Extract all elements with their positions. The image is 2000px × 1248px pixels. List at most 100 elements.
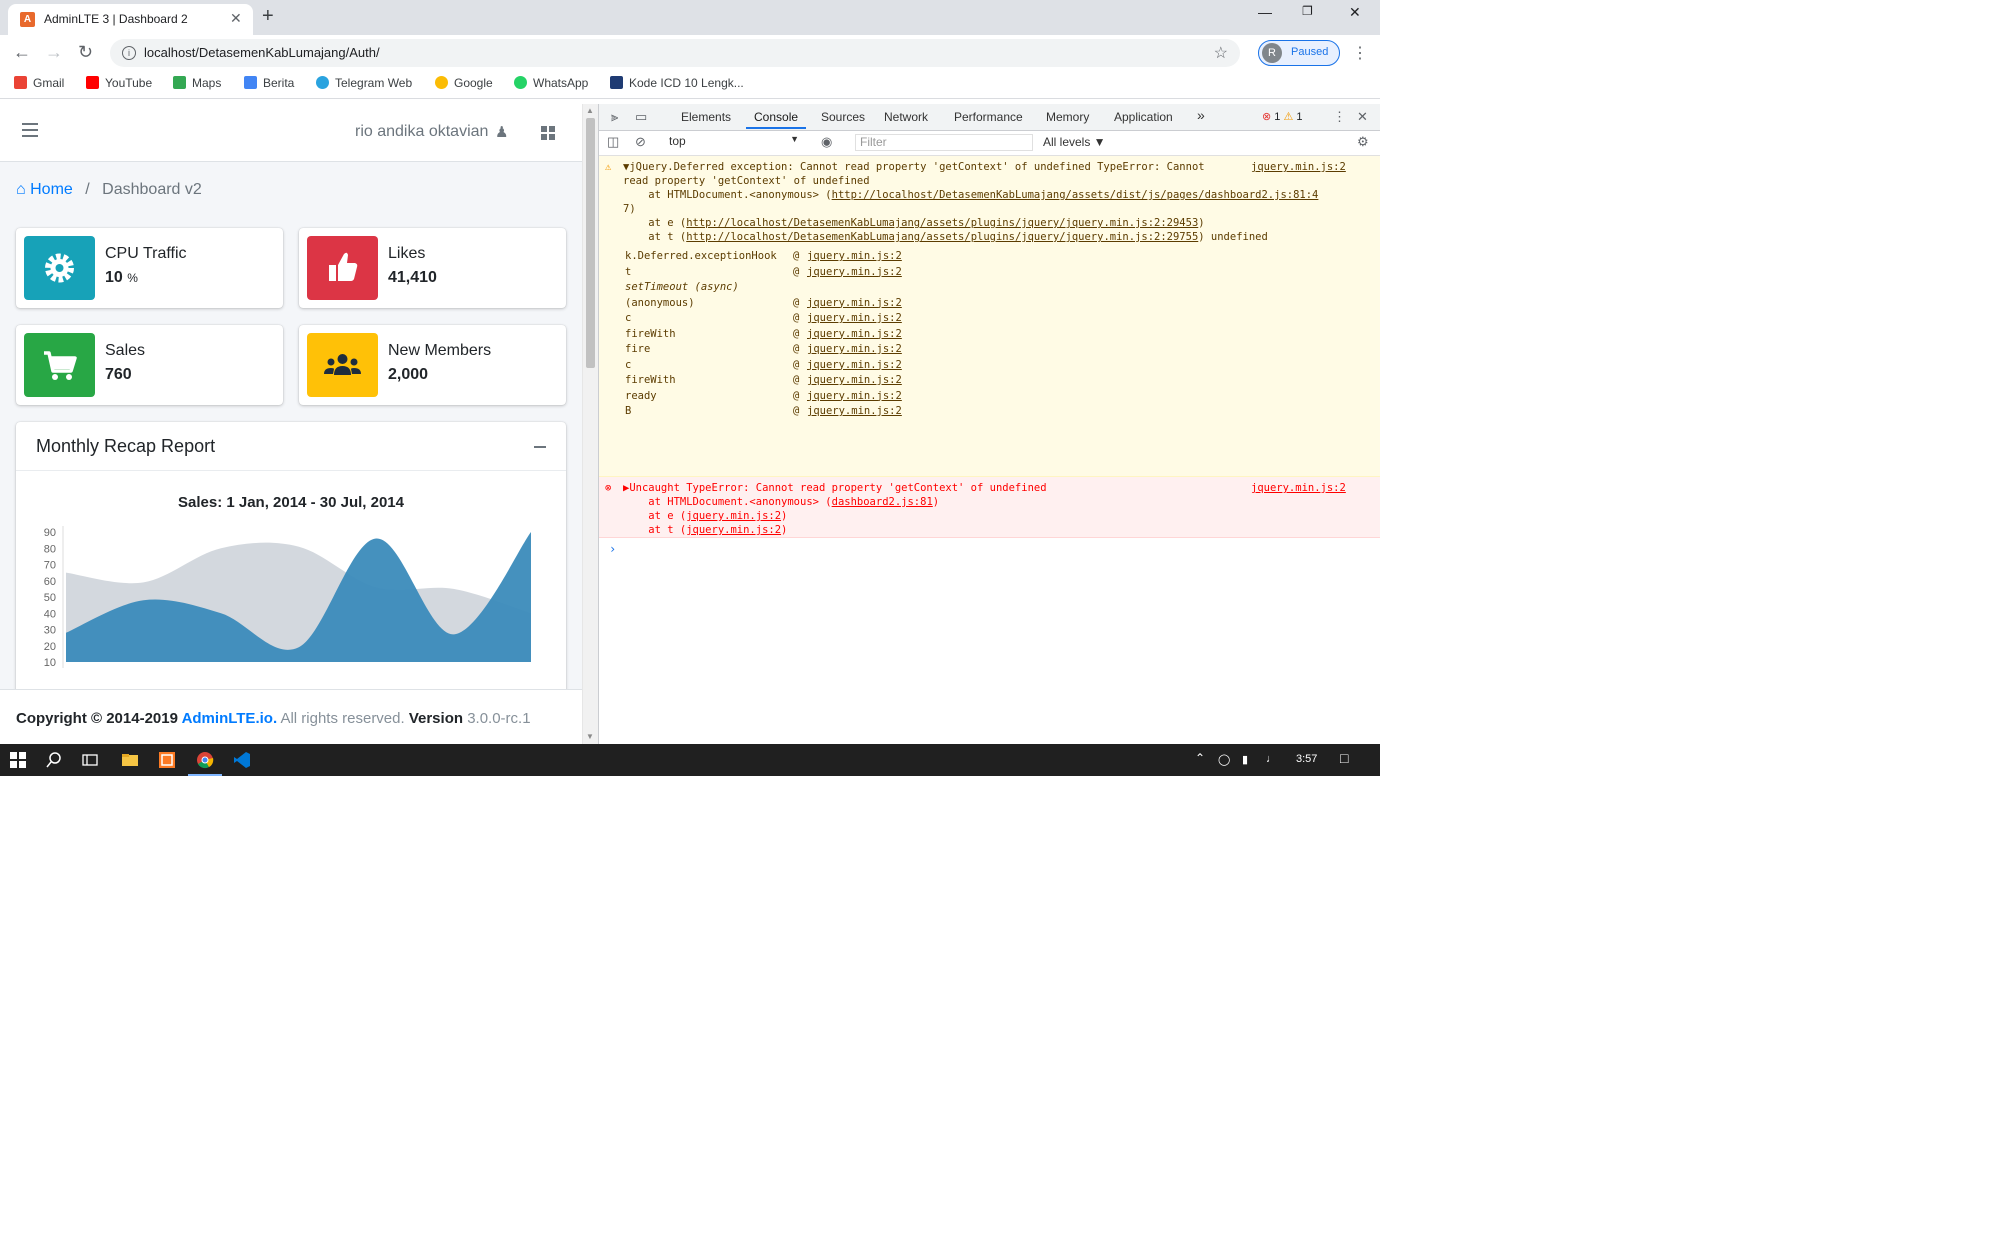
y-tick-label: 80: [44, 543, 56, 555]
user-name[interactable]: rio andika oktavian: [355, 123, 488, 141]
close-window-icon[interactable]: ✕: [1349, 4, 1361, 21]
breadcrumb-separator: /: [85, 181, 90, 198]
warning-source-link[interactable]: jquery.min.js:2: [1251, 161, 1346, 173]
tray-chevron-icon[interactable]: ⌃: [1195, 751, 1205, 765]
stack-source-link[interactable]: jquery.min.js:2: [807, 390, 902, 402]
bookmark-telegram[interactable]: Telegram Web: [316, 76, 412, 90]
vscode-icon[interactable]: [233, 751, 251, 769]
scroll-up-icon[interactable]: ▲: [586, 106, 594, 115]
device-toolbar-icon[interactable]: ▭: [635, 109, 647, 125]
stack-at-sign: @: [793, 358, 800, 371]
address-bar[interactable]: i localhost/DetasemenKabLumajang/Auth/ ☆: [110, 39, 1240, 67]
tab-performance[interactable]: Performance: [954, 110, 1023, 124]
stack-function: (anonymous): [625, 296, 695, 309]
stack-link[interactable]: http://localhost/DetasemenKabLumajang/as…: [832, 189, 1319, 201]
error-source-link[interactable]: jquery.min.js:2: [1251, 482, 1346, 494]
inspect-element-icon[interactable]: ⫸: [611, 109, 618, 125]
warning-line[interactable]: ▼jQuery.Deferred exception: Cannot read …: [623, 161, 1205, 173]
footer-brand-link[interactable]: AdminLTE.io.: [182, 710, 278, 727]
console-settings-icon[interactable]: ⚙: [1357, 134, 1369, 150]
devtools-close-icon[interactable]: ✕: [1357, 109, 1368, 125]
restore-icon[interactable]: ❐: [1302, 4, 1313, 18]
bookmark-whatsapp[interactable]: WhatsApp: [514, 76, 588, 90]
collapse-icon[interactable]: [534, 446, 546, 448]
y-tick-label: 50: [44, 592, 56, 604]
stack-at-sign: @: [793, 265, 800, 278]
browser-tab[interactable]: A AdminLTE 3 | Dashboard 2 ✕: [8, 4, 253, 35]
windows-start-icon[interactable]: [9, 751, 27, 769]
xampp-icon[interactable]: [158, 751, 176, 769]
chrome-icon[interactable]: [196, 751, 214, 769]
console-prompt-icon[interactable]: ›: [609, 542, 616, 556]
bookmark-gmail[interactable]: Gmail: [14, 76, 64, 90]
battery-icon[interactable]: ▮: [1242, 753, 1248, 766]
clear-console-icon[interactable]: ⊘: [635, 134, 646, 150]
action-center-icon[interactable]: □: [1340, 750, 1348, 766]
tab-memory[interactable]: Memory: [1046, 110, 1089, 124]
stack-link[interactable]: jquery.min.js:2: [686, 510, 781, 522]
bookmark-icd10[interactable]: Kode ICD 10 Lengk...: [610, 76, 744, 90]
page-scrollbar[interactable]: ▲ ▼: [582, 104, 598, 744]
network-icon[interactable]: ◯: [1218, 753, 1230, 766]
error-line[interactable]: ▶Uncaught TypeError: Cannot read propert…: [623, 482, 1047, 494]
stack-link[interactable]: dashboard2.js:81: [832, 496, 933, 508]
stack-link[interactable]: jquery.min.js:2: [686, 524, 781, 536]
back-icon[interactable]: ←: [13, 43, 31, 61]
profile-status: Paused: [1291, 46, 1329, 58]
stack-source-link[interactable]: jquery.min.js:2: [807, 266, 902, 278]
tab-application[interactable]: Application: [1114, 110, 1173, 124]
stack-source-link[interactable]: jquery.min.js:2: [807, 328, 902, 340]
page-viewport: rio andika oktavian ♟ ⌂ Home / Dashboard…: [0, 104, 582, 744]
info-box-likes: Likes 41,410: [299, 228, 566, 308]
breadcrumb-home[interactable]: Home: [30, 181, 73, 198]
stack-link[interactable]: http://localhost/DetasemenKabLumajang/as…: [686, 217, 1198, 229]
bookmark-berita[interactable]: Berita: [244, 76, 294, 90]
apps-grid-icon[interactable]: [541, 126, 555, 140]
file-explorer-icon[interactable]: [121, 751, 139, 769]
error-icon: ⊗: [605, 482, 612, 494]
tab-console[interactable]: Console: [754, 110, 798, 124]
console-filter-input[interactable]: Filter: [855, 134, 1033, 151]
tab-sources[interactable]: Sources: [821, 110, 865, 124]
stack-source-link[interactable]: jquery.min.js:2: [807, 312, 902, 324]
context-select[interactable]: top ▼: [669, 134, 803, 151]
sidebar-toggle-icon[interactable]: ◫: [607, 134, 619, 150]
home-icon[interactable]: ⌂: [16, 181, 26, 198]
profile-button[interactable]: R Paused: [1258, 40, 1340, 66]
reload-icon[interactable]: ↻: [78, 43, 93, 61]
scroll-down-icon[interactable]: ▼: [586, 732, 594, 741]
scroll-thumb[interactable]: [586, 118, 595, 368]
volume-icon[interactable]: ♩: [1266, 753, 1277, 765]
devtools-menu-icon[interactable]: ⋮: [1333, 109, 1346, 125]
stack-source-link[interactable]: jquery.min.js:2: [807, 405, 902, 417]
forward-icon[interactable]: →: [45, 43, 63, 61]
browser-menu-icon[interactable]: ⋮: [1352, 43, 1368, 63]
stack-link[interactable]: http://localhost/DetasemenKabLumajang/as…: [686, 231, 1198, 243]
minimize-icon[interactable]: —: [1258, 4, 1272, 20]
stack-source-link[interactable]: jquery.min.js:2: [807, 359, 902, 371]
user-icon[interactable]: ♟: [495, 123, 508, 141]
stack-source-link[interactable]: jquery.min.js:2: [807, 343, 902, 355]
bookmark-youtube[interactable]: YouTube: [86, 76, 152, 90]
bookmark-maps[interactable]: Maps: [173, 76, 221, 90]
stack-source-link[interactable]: jquery.min.js:2: [807, 297, 902, 309]
tab-close-icon[interactable]: ✕: [230, 10, 242, 27]
site-info-icon[interactable]: i: [122, 46, 136, 60]
issue-counter[interactable]: ⊗ 1 ⚠ 1: [1262, 110, 1303, 123]
bookmark-google[interactable]: Google: [435, 76, 493, 90]
stack-source-link[interactable]: jquery.min.js:2: [807, 374, 902, 386]
live-expression-eye-icon[interactable]: ◉: [821, 134, 832, 150]
sidebar-toggle-icon[interactable]: [22, 123, 38, 141]
search-icon[interactable]: [45, 751, 63, 769]
bookmark-star-icon[interactable]: ☆: [1214, 43, 1228, 63]
clock[interactable]: 3:57: [1296, 753, 1317, 765]
task-view-icon[interactable]: [81, 751, 99, 769]
more-tabs-icon[interactable]: »: [1197, 107, 1205, 123]
info-box-icon-bg: [24, 236, 95, 300]
tab-network[interactable]: Network: [884, 110, 928, 124]
stack-source-link[interactable]: jquery.min.js:2: [807, 250, 902, 262]
tab-elements[interactable]: Elements: [681, 110, 731, 124]
new-tab-button[interactable]: +: [262, 4, 274, 28]
log-levels-dropdown[interactable]: All levels ▼: [1043, 135, 1106, 149]
url-text[interactable]: localhost/DetasemenKabLumajang/Auth/: [144, 45, 380, 60]
